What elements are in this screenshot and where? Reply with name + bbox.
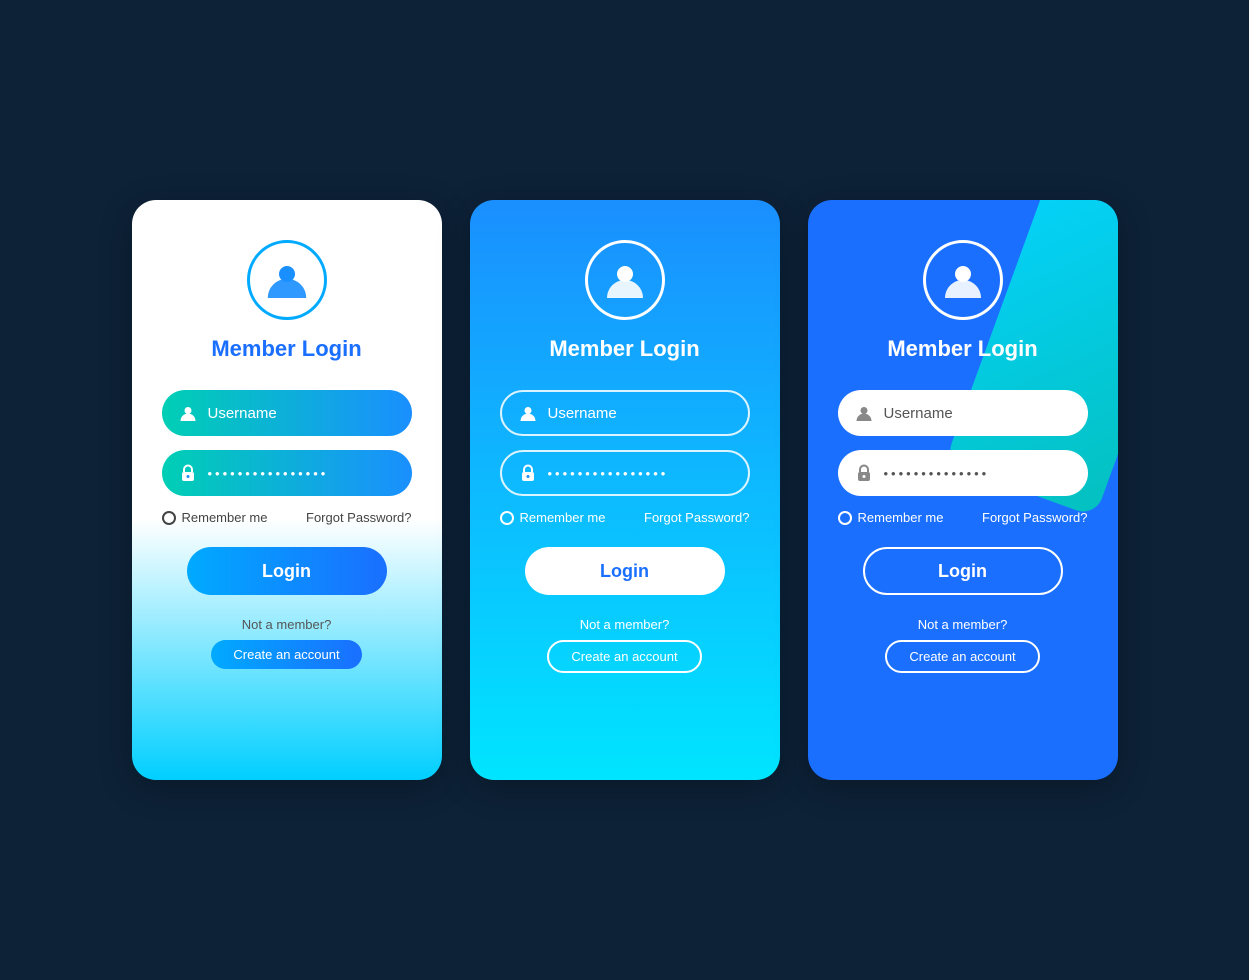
login-card-3: Member Login Username ••••••••••••••	[808, 200, 1118, 780]
remember-label-1: Remember me	[182, 510, 268, 525]
user-icon-username-1	[178, 403, 198, 423]
password-field-1[interactable]: ••••••••••••••••	[162, 450, 412, 496]
not-member-1: Not a member?	[242, 617, 332, 632]
username-field-3[interactable]: Username	[838, 390, 1088, 436]
avatar-3	[923, 240, 1003, 320]
card-title-3: Member Login	[887, 336, 1037, 362]
remember-row-1: Remember me Forgot Password?	[162, 510, 412, 525]
username-field-2[interactable]: Username	[500, 390, 750, 436]
forgot-password-1[interactable]: Forgot Password?	[306, 510, 412, 525]
not-member-2: Not a member?	[580, 617, 670, 632]
user-icon-1	[265, 258, 309, 302]
password-field-2[interactable]: ••••••••••••••••	[500, 450, 750, 496]
password-field-3[interactable]: ••••••••••••••	[838, 450, 1088, 496]
cards-container: Member Login Username ••••••••••••••••	[132, 200, 1118, 780]
card-title-1: Member Login	[211, 336, 361, 362]
login-button-1[interactable]: Login	[187, 547, 387, 595]
remember-radio-1[interactable]	[162, 511, 176, 525]
card-title-2: Member Login	[549, 336, 699, 362]
create-account-button-3[interactable]: Create an account	[885, 640, 1039, 673]
remember-radio-3[interactable]	[838, 511, 852, 525]
login-button-3[interactable]: Login	[863, 547, 1063, 595]
forgot-password-3[interactable]: Forgot Password?	[982, 510, 1088, 525]
password-placeholder-2: ••••••••••••••••	[548, 466, 732, 481]
avatar-1	[247, 240, 327, 320]
remember-left-2[interactable]: Remember me	[500, 510, 606, 525]
remember-left-3[interactable]: Remember me	[838, 510, 944, 525]
lock-icon-3	[854, 463, 874, 483]
remember-radio-2[interactable]	[500, 511, 514, 525]
username-placeholder-3: Username	[884, 405, 1072, 422]
lock-icon-2	[518, 463, 538, 483]
create-account-button-2[interactable]: Create an account	[547, 640, 701, 673]
remember-label-3: Remember me	[858, 510, 944, 525]
user-icon-username-3	[854, 403, 874, 423]
not-member-3: Not a member?	[918, 617, 1008, 632]
login-card-2: Member Login Username ••••••••••••••••	[470, 200, 780, 780]
remember-row-2: Remember me Forgot Password?	[500, 510, 750, 525]
username-placeholder-1: Username	[208, 405, 396, 422]
avatar-2	[585, 240, 665, 320]
password-placeholder-3: ••••••••••••••	[884, 466, 1072, 481]
login-button-2[interactable]: Login	[525, 547, 725, 595]
login-card-1: Member Login Username ••••••••••••••••	[132, 200, 442, 780]
forgot-password-2[interactable]: Forgot Password?	[644, 510, 750, 525]
remember-left-1[interactable]: Remember me	[162, 510, 268, 525]
user-icon-2	[603, 258, 647, 302]
user-icon-username-2	[518, 403, 538, 423]
remember-label-2: Remember me	[520, 510, 606, 525]
username-placeholder-2: Username	[548, 405, 732, 422]
password-placeholder-1: ••••••••••••••••	[208, 466, 396, 481]
username-field-1[interactable]: Username	[162, 390, 412, 436]
remember-row-3: Remember me Forgot Password?	[838, 510, 1088, 525]
create-account-button-1[interactable]: Create an account	[211, 640, 361, 669]
user-icon-3	[941, 258, 985, 302]
lock-icon-1	[178, 463, 198, 483]
